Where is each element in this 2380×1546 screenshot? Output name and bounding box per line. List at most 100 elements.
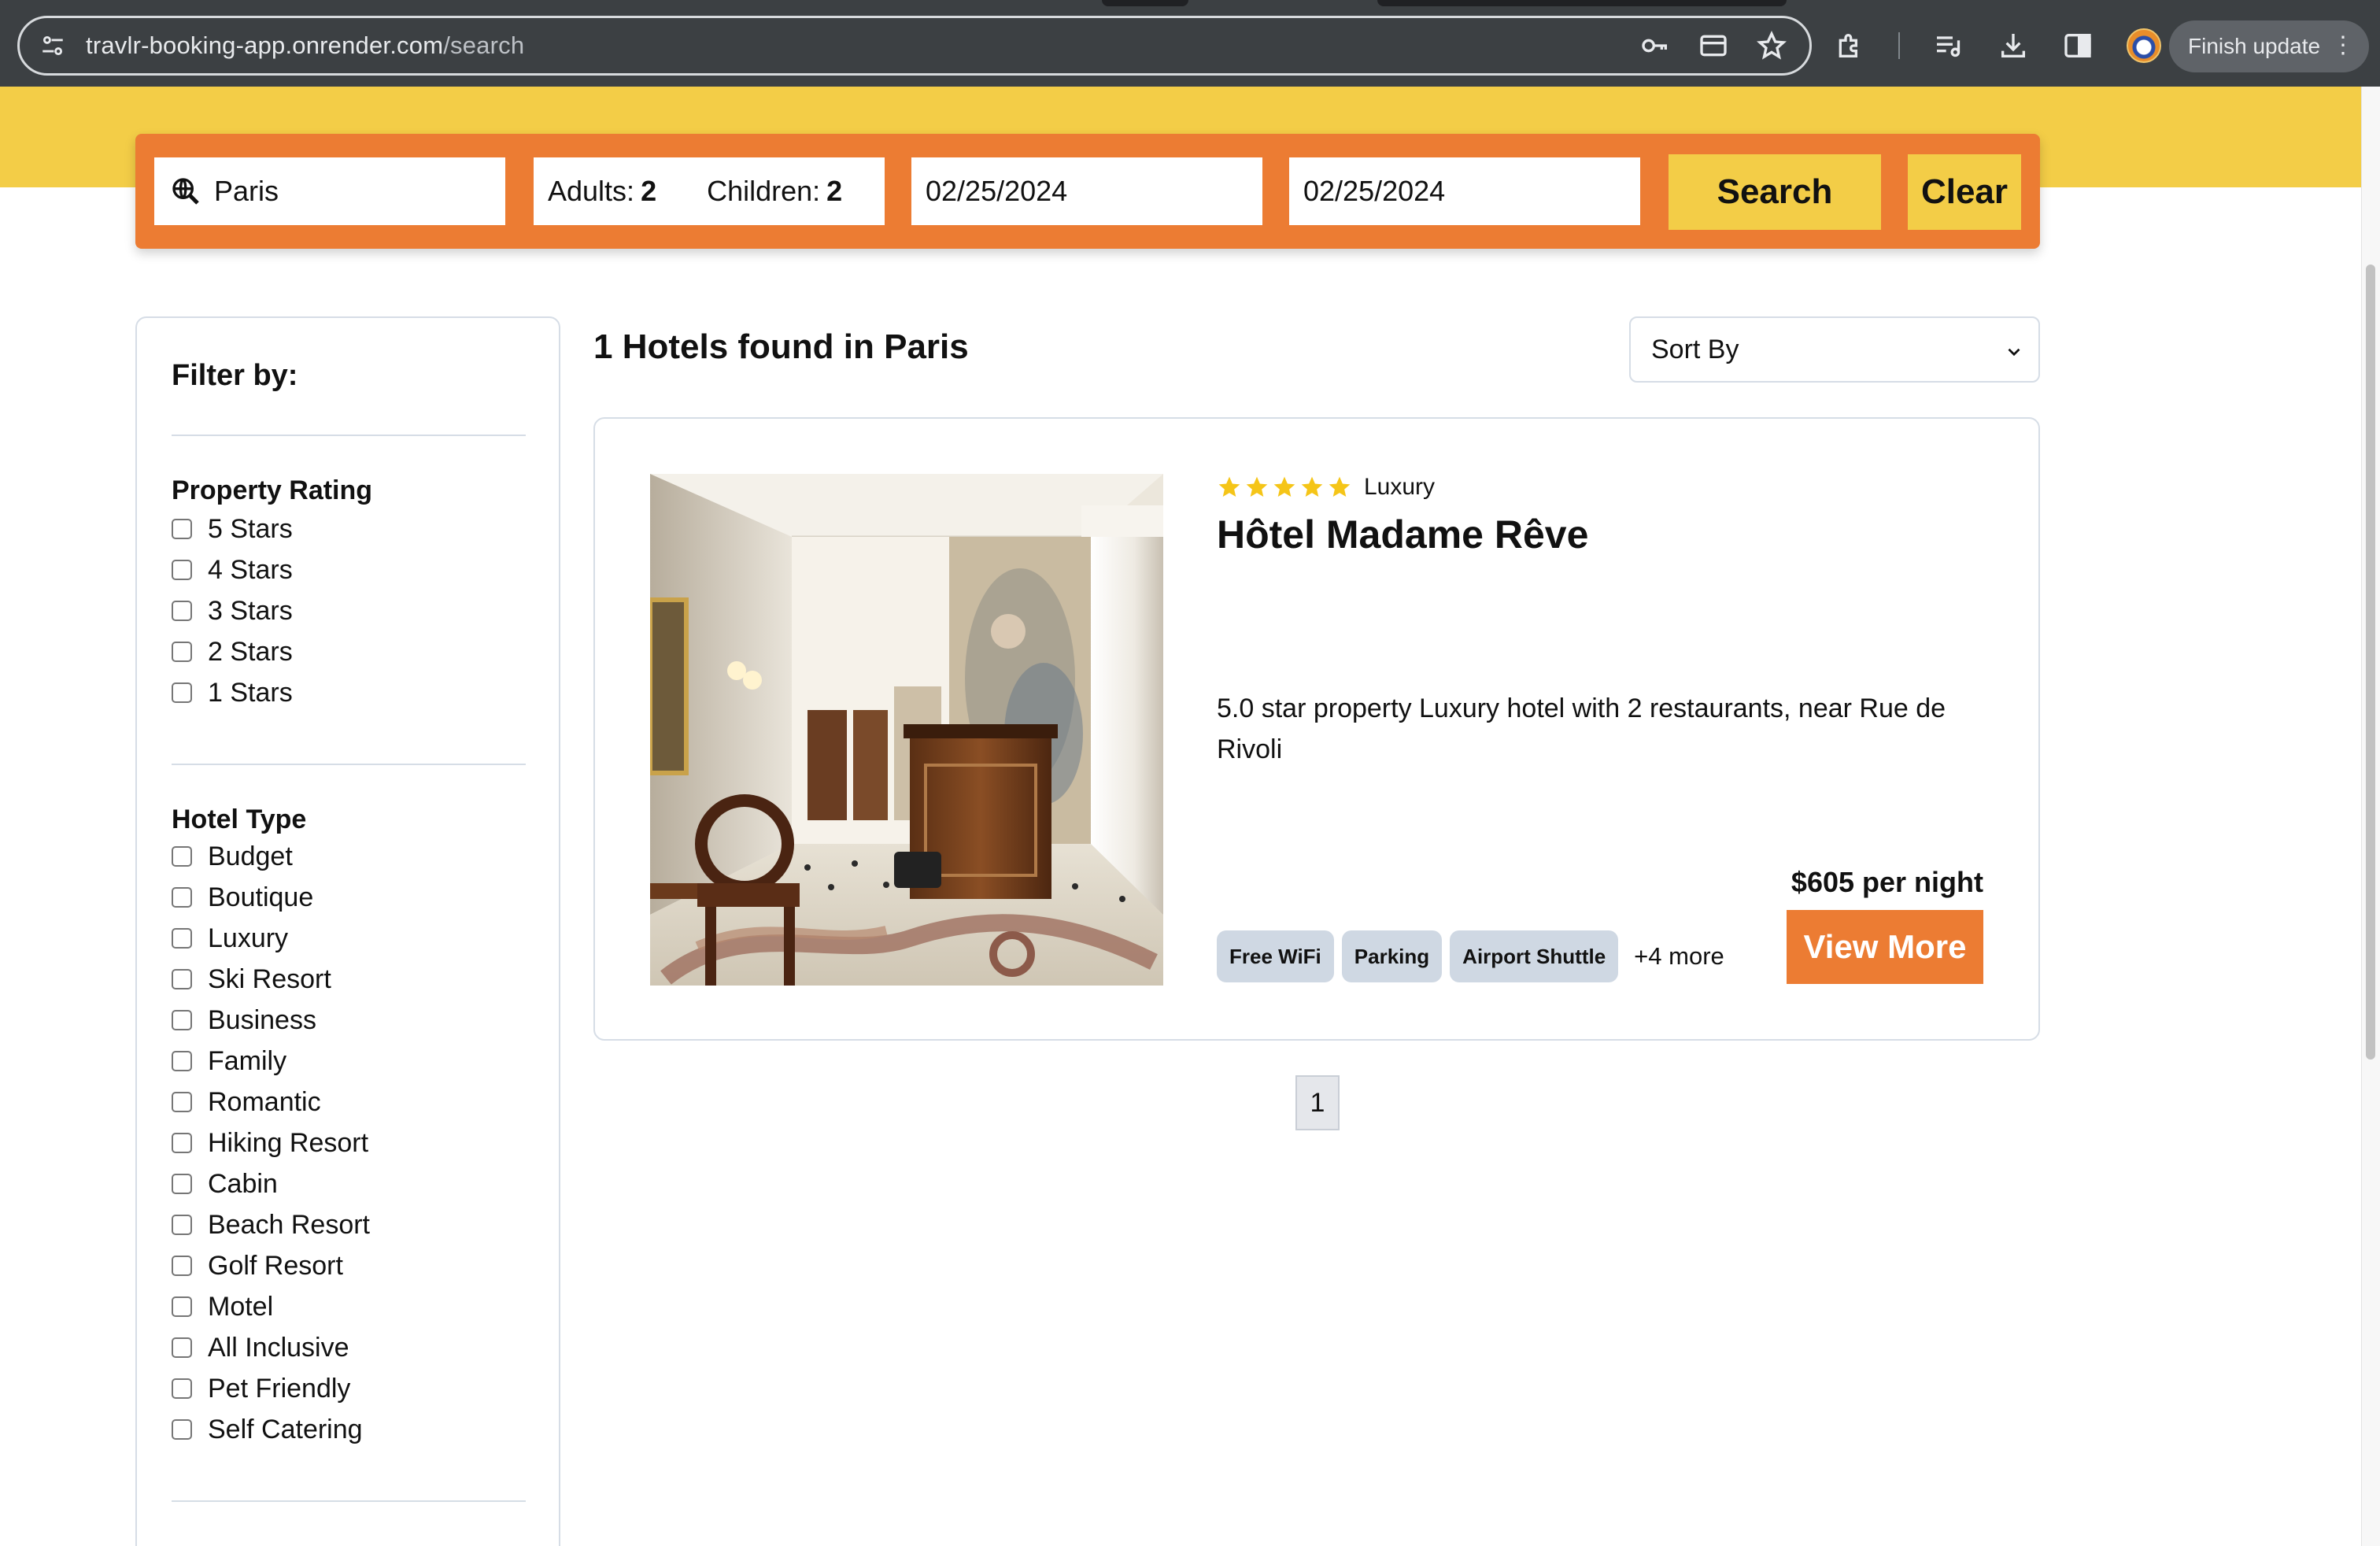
rating-option-label: 5 Stars <box>208 513 293 544</box>
hotel-type-option[interactable]: Business <box>172 1000 370 1041</box>
hotel-type-label: Business <box>208 1004 316 1035</box>
amenity-chip: Parking <box>1341 930 1443 982</box>
rating-checkbox[interactable] <box>172 560 192 580</box>
hotel-type-checkbox[interactable] <box>172 1337 192 1358</box>
hotel-type-checkbox[interactable] <box>172 1296 192 1317</box>
address-bar[interactable]: travlr-booking-app.onrender.com/search <box>17 16 1812 76</box>
hotel-type-checkbox[interactable] <box>172 969 192 989</box>
hotel-type-label: Beach Resort <box>208 1209 370 1240</box>
url-text[interactable]: travlr-booking-app.onrender.com/search <box>86 31 524 60</box>
side-panel-icon[interactable] <box>2062 30 2094 61</box>
search-bar: Paris Adults: 2 Children: 2 02/25/2024 0… <box>135 134 2040 249</box>
hotel-type-checkbox[interactable] <box>172 1174 192 1194</box>
tune-icon[interactable] <box>39 31 67 60</box>
rating-option[interactable]: 1 Stars <box>172 672 293 713</box>
destination-input[interactable]: Paris <box>154 157 505 225</box>
check-in-date-input[interactable]: 02/25/2024 <box>911 157 1262 225</box>
adults-label: Adults: <box>548 175 635 207</box>
guests-selector[interactable]: Adults: 2 Children: 2 <box>534 157 885 225</box>
hotel-type-checkbox[interactable] <box>172 1215 192 1235</box>
hotel-type-option[interactable]: Pet Friendly <box>172 1368 370 1409</box>
rating-option[interactable]: 5 Stars <box>172 509 293 549</box>
hotel-type-filter-list: Budget Boutique Luxury Ski Resort Busine… <box>172 836 370 1450</box>
hotel-type-checkbox[interactable] <box>172 928 192 949</box>
hotel-type-label: Motel <box>208 1291 274 1322</box>
hotel-type-label: Golf Resort <box>208 1250 343 1281</box>
hotel-type-checkbox[interactable] <box>172 1378 192 1399</box>
check-out-value: 02/25/2024 <box>1303 175 1446 207</box>
divider <box>172 1500 526 1502</box>
children-label: Children: <box>707 175 821 207</box>
hotel-type-title: Hotel Type <box>172 804 307 834</box>
hotel-type-option[interactable]: Luxury <box>172 918 370 959</box>
credit-card-icon[interactable] <box>1698 30 1729 61</box>
star-rating <box>1217 475 1354 500</box>
hotel-type-option[interactable]: Self Catering <box>172 1409 370 1450</box>
results-title: 1 Hotels found in Paris <box>593 327 969 366</box>
rating-option[interactable]: 4 Stars <box>172 549 293 590</box>
filter-sidebar: Filter by: Property Rating 5 Stars 4 Sta… <box>135 316 560 1546</box>
price-per-night: $605 per night <box>1791 866 1983 898</box>
download-icon[interactable] <box>1998 30 2029 61</box>
sort-by-select[interactable]: Sort By <box>1629 316 2040 383</box>
star-outline-icon[interactable] <box>1756 30 1787 61</box>
view-more-button[interactable]: View More <box>1787 910 1983 984</box>
page-button[interactable]: 1 <box>1295 1075 1340 1130</box>
scrollbar-thumb[interactable] <box>2366 264 2375 1060</box>
hotel-rating: Luxury <box>1217 474 1435 501</box>
hotel-type-option[interactable]: Romantic <box>172 1082 370 1123</box>
hotel-type-tag: Luxury <box>1364 474 1436 500</box>
hotel-type-label: Pet Friendly <box>208 1373 351 1404</box>
hotel-type-checkbox[interactable] <box>172 1256 192 1276</box>
hotel-type-option[interactable]: Hiking Resort <box>172 1123 370 1163</box>
divider <box>172 764 526 765</box>
key-icon[interactable] <box>1639 30 1671 61</box>
hotel-type-checkbox[interactable] <box>172 846 192 867</box>
hotel-type-option[interactable]: Beach Resort <box>172 1204 370 1245</box>
search-button[interactable]: Search <box>1669 154 1881 230</box>
star-icon <box>1329 476 1351 497</box>
rating-checkbox[interactable] <box>172 519 192 539</box>
property-rating-title: Property Rating <box>172 475 373 505</box>
hotel-type-option[interactable]: Ski Resort <box>172 959 370 1000</box>
star-icon <box>1246 476 1268 497</box>
kebab-menu-icon[interactable]: ⋮ <box>2331 32 2355 59</box>
check-out-date-input[interactable]: 02/25/2024 <box>1289 157 1640 225</box>
finish-update-button[interactable]: Finish update ⋮ <box>2169 20 2369 72</box>
hotel-type-checkbox[interactable] <box>172 887 192 908</box>
hotel-type-option[interactable]: Family <box>172 1041 370 1082</box>
more-amenities: +4 more <box>1634 942 1724 970</box>
amenity-chip: Airport Shuttle <box>1450 930 1619 982</box>
profile-avatar[interactable] <box>2127 28 2161 63</box>
destination-value: Paris <box>214 175 279 207</box>
hotel-type-option[interactable]: Motel <box>172 1286 370 1327</box>
tab-edge <box>1377 0 1787 6</box>
star-icon <box>1301 476 1323 497</box>
rating-option[interactable]: 2 Stars <box>172 631 293 672</box>
hotel-type-checkbox[interactable] <box>172 1092 192 1112</box>
playlist-icon[interactable] <box>1933 30 1964 61</box>
hotel-type-checkbox[interactable] <box>172 1051 192 1071</box>
hotel-name: Hôtel Madame Rêve <box>1217 512 1589 557</box>
hotel-type-option[interactable]: Cabin <box>172 1163 370 1204</box>
rating-option-label: 1 Stars <box>208 677 293 708</box>
finish-update-label: Finish update <box>2188 34 2321 58</box>
hotel-type-label: Romantic <box>208 1086 321 1117</box>
rating-checkbox[interactable] <box>172 601 192 621</box>
hotel-photo[interactable] <box>650 474 1163 986</box>
puzzle-icon[interactable] <box>1834 30 1865 61</box>
rating-option[interactable]: 3 Stars <box>172 590 293 631</box>
hotel-type-option[interactable]: Boutique <box>172 877 370 918</box>
hotel-type-option[interactable]: Budget <box>172 836 370 877</box>
hotel-type-checkbox[interactable] <box>172 1010 192 1030</box>
hotel-type-checkbox[interactable] <box>172 1419 192 1440</box>
rating-checkbox[interactable] <box>172 682 192 703</box>
amenity-chip: Free WiFi <box>1217 930 1334 982</box>
hotel-type-checkbox[interactable] <box>172 1133 192 1153</box>
hotel-type-option[interactable]: Golf Resort <box>172 1245 370 1286</box>
tab-edge <box>1102 0 1188 6</box>
clear-button[interactable]: Clear <box>1908 154 2021 230</box>
hotel-type-option[interactable]: All Inclusive <box>172 1327 370 1368</box>
rating-checkbox[interactable] <box>172 642 192 662</box>
rating-option-label: 2 Stars <box>208 636 293 667</box>
